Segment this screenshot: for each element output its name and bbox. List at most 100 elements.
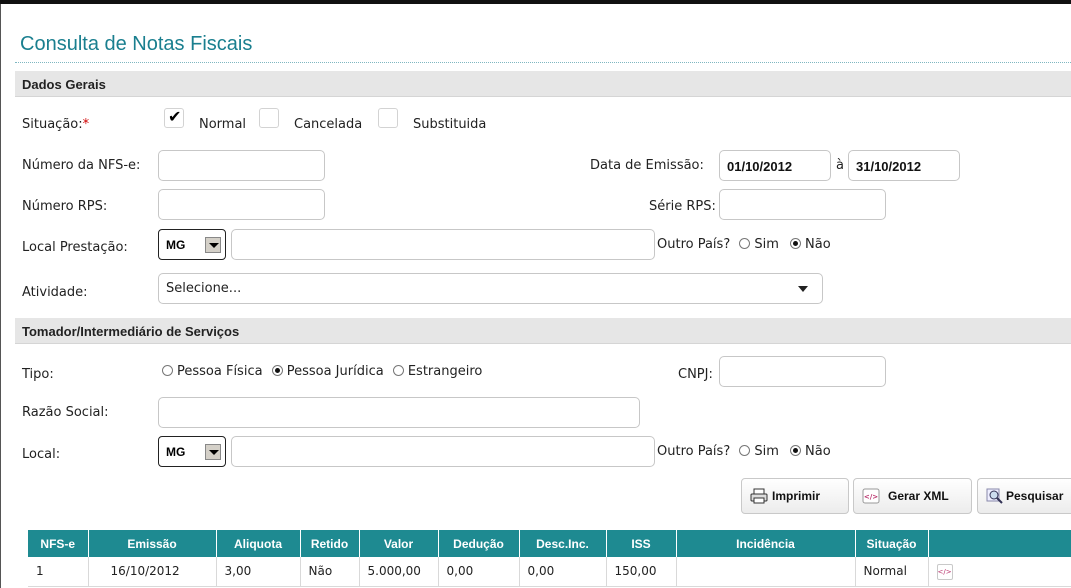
radio-pessoa-fisica-label: Pessoa Física (177, 364, 263, 379)
atividade-value: Selecione... (166, 281, 242, 296)
cell-retido: Não (300, 557, 360, 587)
col-aliquota-header[interactable]: Aliquota (216, 530, 301, 557)
checkbox-substituida-label: Substituida (413, 117, 487, 132)
atividade-select[interactable]: Selecione... (158, 273, 823, 304)
atividade-label: Atividade: (22, 285, 88, 300)
checkbox-substituida[interactable] (378, 108, 398, 128)
data-emissao-to-input[interactable]: 31/10/2012 (848, 150, 960, 181)
search-icon (986, 488, 1003, 504)
numero-nfse-label: Número da NFS-e: (22, 158, 141, 173)
cell-nfse: 1 (28, 557, 89, 587)
gerar-xml-button[interactable]: </> Gerar XML (853, 478, 972, 514)
col-actions-header (928, 530, 1071, 557)
col-descinc-header[interactable]: Desc.Inc. (519, 530, 607, 557)
cell-iss: 150,00 (606, 557, 677, 587)
title-divider (15, 62, 1071, 63)
local-prestacao-uf-select[interactable]: MG (158, 229, 226, 260)
outro-pais-label: Outro País? (657, 237, 731, 252)
checkbox-normal[interactable]: ✔ (164, 107, 184, 128)
checkbox-normal-label: Normal (199, 117, 247, 132)
serie-rps-input[interactable] (719, 189, 886, 220)
uf-value: MG (166, 238, 186, 252)
col-valor-header[interactable]: Valor (359, 530, 439, 557)
col-incidencia-header[interactable]: Incidência (676, 530, 856, 557)
data-emissao-label: Data de Emissão: (590, 158, 704, 173)
tomador-radio-nao-label: Não (805, 444, 831, 459)
radio-pessoa-juridica[interactable] (271, 365, 283, 376)
col-nfse-header[interactable]: NFS-e (28, 530, 89, 557)
radio-sim[interactable] (739, 238, 751, 249)
imprimir-label: Imprimir (772, 489, 821, 503)
radio-pessoa-juridica-label: Pessoa Jurídica (286, 364, 384, 379)
col-deducao-header[interactable]: Dedução (438, 530, 520, 557)
col-iss-header[interactable]: ISS (606, 530, 677, 557)
window-top-border (0, 0, 1071, 4)
numero-rps-label: Número RPS: (22, 199, 108, 214)
col-retido-header[interactable]: Retido (300, 530, 360, 557)
dropdown-arrow-icon[interactable] (205, 237, 221, 253)
xml-file-icon[interactable]: </> (936, 563, 953, 580)
tipo-radio-group: Pessoa Física Pessoa Jurídica Estrangeir… (162, 364, 482, 379)
local-prestacao-municipio-input[interactable] (231, 229, 655, 260)
window-left-border (0, 4, 1, 588)
tomador-radio-sim[interactable] (739, 445, 751, 456)
checkmark-icon: ✔ (168, 107, 182, 126)
data-emissao-from-input[interactable]: 01/10/2012 (719, 150, 831, 181)
radio-pessoa-fisica[interactable] (162, 365, 173, 376)
chevron-down-icon (798, 286, 808, 292)
section-tomador: Tomador/Intermediário de Serviços (15, 318, 1071, 344)
situacao-label-text: Situação: (22, 117, 83, 132)
radio-nao[interactable] (790, 238, 802, 249)
imprimir-button[interactable]: Imprimir (741, 478, 849, 514)
col-emissao-header[interactable]: Emissão (88, 530, 217, 557)
pesquisar-label: Pesquisar (1006, 489, 1064, 503)
dropdown-arrow-icon[interactable] (205, 444, 221, 460)
situacao-label: Situação:* (22, 117, 89, 132)
tomador-radio-nao[interactable] (790, 445, 802, 456)
cell-aliquota: 3,00 (216, 557, 301, 587)
cell-deducao: 0,00 (438, 557, 520, 587)
radio-nao-label: Não (805, 237, 831, 252)
razao-social-input[interactable] (158, 397, 640, 428)
data-emissao-separator: à (836, 158, 844, 173)
tomador-uf-select[interactable]: MG (158, 436, 226, 467)
tipo-label: Tipo: (22, 367, 54, 382)
tomador-radio-sim-label: Sim (754, 444, 779, 459)
cell-incidencia (676, 557, 856, 587)
cnpj-input[interactable] (719, 356, 886, 387)
required-asterisk: * (82, 117, 90, 132)
razao-social-label: Razão Social: (22, 405, 109, 420)
table-row[interactable]: 1 16/10/2012 3,00 Não 5.000,00 0,00 0,00… (28, 557, 1071, 587)
tomador-uf-value: MG (166, 445, 186, 459)
gerar-xml-label: Gerar XML (888, 489, 949, 503)
local-prestacao-outro-pais: Outro País? Sim Não (657, 237, 831, 252)
numero-nfse-input[interactable] (158, 150, 325, 181)
radio-estrangeiro[interactable] (392, 365, 404, 376)
results-table: NFS-e Emissão Aliquota Retido Valor Dedu… (28, 530, 1071, 587)
section-dados-gerais: Dados Gerais (15, 71, 1071, 97)
cnpj-label: CNPJ: (678, 367, 713, 382)
cell-emissao: 16/10/2012 (88, 557, 217, 587)
radio-sim-label: Sim (754, 237, 779, 252)
printer-icon (750, 488, 768, 504)
numero-rps-input[interactable] (158, 189, 325, 220)
cell-actions: </> (928, 557, 1071, 587)
serie-rps-label: Série RPS: (649, 199, 716, 214)
tomador-outro-pais-label: Outro País? (657, 444, 731, 459)
page-title: Consulta de Notas Fiscais (20, 33, 253, 55)
col-situacao-header[interactable]: Situação (855, 530, 929, 557)
cell-descinc: 0,00 (519, 557, 607, 587)
pesquisar-button[interactable]: Pesquisar (977, 478, 1071, 514)
local-prestacao-label: Local Prestação: (22, 240, 128, 255)
checkbox-cancelada-label: Cancelada (294, 117, 363, 132)
svg-text:</>: </> (864, 493, 878, 501)
local-label: Local: (22, 447, 61, 462)
tomador-outro-pais: Outro País? Sim Não (657, 444, 831, 459)
radio-estrangeiro-label: Estrangeiro (407, 364, 483, 379)
tomador-municipio-input[interactable] (231, 436, 655, 467)
table-header-row: NFS-e Emissão Aliquota Retido Valor Dedu… (28, 530, 1071, 557)
cell-situacao: Normal (855, 557, 929, 587)
cell-valor: 5.000,00 (359, 557, 439, 587)
checkbox-cancelada[interactable] (259, 108, 279, 128)
xml-file-icon: </> (862, 488, 880, 504)
